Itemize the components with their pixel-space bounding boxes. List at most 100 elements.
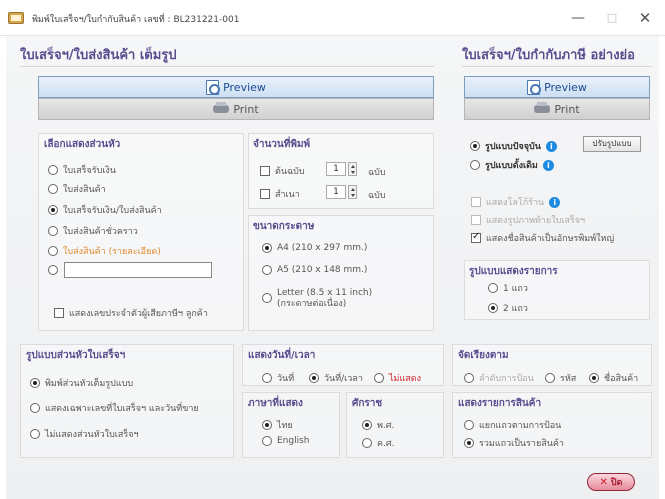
header-style-full[interactable]: พิมพ์ส่วนหัวเต็มรูปแบบ [30,376,133,390]
show-large-name[interactable]: แสดงชื่อสินค้าเป็นอักษรพิมพ์ใหญ่ [471,231,614,245]
radio-delivery[interactable] [48,184,58,194]
sort-input-order[interactable]: ลำดับการป้อน [464,371,534,385]
header-selection-title: เลือกแสดงส่วนหัว [44,139,121,150]
show-logo[interactable]: แสดงโลโก้ร้าน i [471,195,561,209]
sort-title: จัดเรียงตาม [458,350,509,361]
paper-letter[interactable]: Letter (8.5 x 11 inch) (กระดาษต่อเนื่อง) [262,288,372,310]
header-style-none[interactable]: ไม่แสดงส่วนหัวใบเสร็จฯ [30,427,139,441]
header-option-receipt[interactable]: ใบเสร็จรับเงิน [48,163,116,177]
radio-be[interactable] [362,420,372,430]
header-style-label: แสดงเฉพาะเลขที่ใบเสร็จฯ และวันที่ขาย [45,404,199,414]
radio-name[interactable] [589,373,599,383]
custom-header-input[interactable] [64,262,212,278]
datetime-date[interactable]: วันที่ [262,371,294,385]
show-footer-image[interactable]: แสดงรูปภาพท้ายใบเสร็จฯ [471,213,585,227]
item-display-label: รวมแถวเป็นรายสินค้า [479,439,564,449]
original-checkbox[interactable] [260,166,270,176]
adjust-format-button[interactable]: ปรับรูปแบบ [583,136,641,152]
large-name-checkbox[interactable] [471,231,481,243]
radio-datetime-none[interactable] [374,373,384,383]
list-format-1row[interactable]: 1 แถว [488,281,528,295]
radio-format-original[interactable] [470,160,480,170]
sort-label: ชื่อสินค้า [604,374,639,384]
radio-a4[interactable] [262,243,272,253]
header-option-receipt-delivery[interactable]: ใบเสร็จรับเงิน/ใบส่งสินค้า [48,203,162,217]
info-icon[interactable]: i [542,159,554,171]
datetime-title: แสดงวันที่/เวลา [248,350,316,361]
paper-a4[interactable]: A4 (210 x 297 mm.) [262,243,367,253]
full-print-button[interactable]: Print [38,98,434,120]
radio-1row[interactable] [488,283,498,293]
info-icon[interactable]: i [545,140,557,152]
copy-checkbox[interactable] [260,189,270,199]
footer-image-checkbox[interactable] [471,215,481,225]
header-option-delivery-detail[interactable]: ใบส่งสินค้า (รายละเอียด) [48,244,161,258]
original-copies-row: ต้นฉบับ [260,164,305,178]
letter-text: Letter (8.5 x 11 inch) (กระดาษต่อเนื่อง) [277,288,372,310]
radio-header-number-date[interactable] [30,403,40,413]
era-be[interactable]: พ.ศ. [362,418,394,432]
radio-header-none[interactable] [30,429,40,439]
info-icon[interactable]: i [549,196,561,208]
radio-delivery-detail[interactable] [48,246,58,256]
radio-date-time[interactable] [309,373,319,383]
radio-code[interactable] [545,373,555,383]
abbrev-preview-button[interactable]: Preview [464,76,650,98]
header-option-delivery[interactable]: ใบส่งสินค้า [48,182,106,196]
maximize-button[interactable]: □ [597,8,627,28]
datetime-date-time[interactable]: วันที่/เวลา [309,371,363,385]
radio-separate[interactable] [464,420,474,430]
item-display-combined[interactable]: รวมแถวเป็นรายสินค้า [464,436,564,450]
show-customer-taxid[interactable]: แสดงเลขประจำตัวผู้เสียภาษีฯ ลูกค้า [54,306,208,320]
taxid-checkbox[interactable] [54,308,64,318]
datetime-label: ไม่แสดง [389,374,421,384]
logo-checkbox[interactable] [471,197,481,207]
close-button[interactable]: ✕ ปิด [587,473,635,491]
format-current[interactable]: รูปแบบปัจจุบัน i [470,139,557,153]
radio-input-order[interactable] [464,373,474,383]
radio-a5[interactable] [262,265,272,275]
radio-thai[interactable] [262,420,272,430]
radio-date[interactable] [262,373,272,383]
paper-label: A5 (210 x 148 mm.) [277,265,368,275]
radio-temp-delivery[interactable] [48,226,58,236]
divider [20,66,434,67]
abbrev-print-button[interactable]: Print [464,98,650,120]
minimize-button[interactable]: — [563,8,593,28]
header-option-temp-delivery[interactable]: ใบส่งสินค้าชั่วคราว [48,224,138,238]
radio-receipt-delivery[interactable] [48,205,58,215]
full-preview-button[interactable]: Preview [38,76,434,98]
radio-custom[interactable] [48,265,58,275]
language-english[interactable]: English [262,436,310,446]
copy-stepper[interactable]: 1 [326,185,357,199]
radio-combined[interactable] [464,438,474,448]
language-thai[interactable]: ไทย [262,418,293,432]
datetime-label: วันที่ [277,374,295,384]
original-value[interactable]: 1 [326,162,346,176]
stepper-arrows[interactable] [348,185,357,199]
radio-format-current[interactable] [470,141,480,151]
title-bar: พิมพ์ใบเสร็จฯ/ใบกำกับสินค้า เลขที่ : BL2… [0,0,665,36]
radio-english[interactable] [262,436,272,446]
datetime-none[interactable]: ไม่แสดง [374,371,421,385]
radio-ad[interactable] [362,438,372,448]
close-window-button[interactable]: ✕ [630,8,660,28]
format-original[interactable]: รูปแบบดั้งเดิม i [470,158,554,172]
copy-value[interactable]: 1 [326,185,346,199]
item-display-title: แสดงรายการสินค้า [458,398,542,409]
header-option-custom[interactable] [48,265,58,275]
stepper-arrows[interactable] [348,162,357,176]
original-stepper[interactable]: 1 [326,162,357,176]
sort-code[interactable]: รหัส [545,371,576,385]
paper-a5[interactable]: A5 (210 x 148 mm.) [262,265,367,275]
radio-letter[interactable] [262,293,272,303]
header-style-number-date[interactable]: แสดงเฉพาะเลขที่ใบเสร็จฯ และวันที่ขาย [30,401,199,415]
radio-receipt[interactable] [48,165,58,175]
era-ad[interactable]: ค.ศ. [362,436,394,450]
item-display-separate[interactable]: แยกแถวตามการป้อน [464,418,561,432]
radio-header-full[interactable] [30,378,40,388]
paper-label: A4 (210 x 297 mm.) [277,243,368,253]
radio-2row[interactable] [488,303,498,313]
sort-name[interactable]: ชื่อสินค้า [589,371,638,385]
list-format-2row[interactable]: 2 แถว [488,301,528,315]
